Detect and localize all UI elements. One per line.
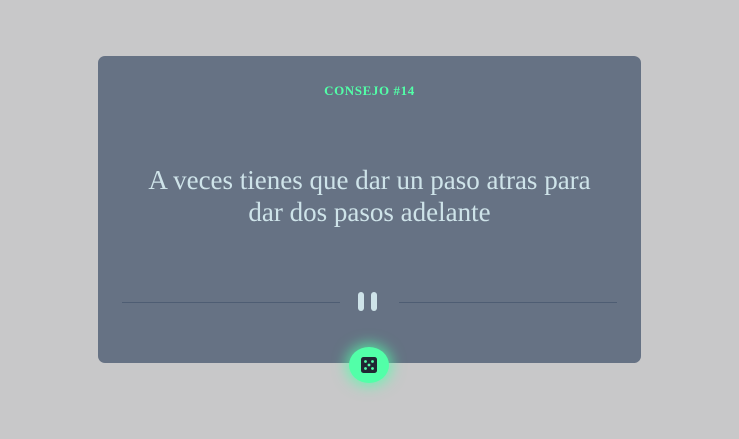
new-advice-button[interactable] xyxy=(349,347,389,383)
advice-quote: A veces tienes que dar un paso atras par… xyxy=(148,165,591,227)
advice-card: CONSEJO #14 A veces tienes que dar un pa… xyxy=(98,56,641,363)
advice-id-label: CONSEJO #14 xyxy=(324,83,415,98)
pattern-divider xyxy=(122,288,617,316)
pause-icon xyxy=(358,292,382,312)
page: CONSEJO #14 A veces tienes que dar un pa… xyxy=(0,0,739,439)
pause-bar-left xyxy=(358,292,364,311)
divider-line-right xyxy=(399,301,617,303)
pause-bar-right xyxy=(371,292,377,311)
divider-line-left xyxy=(122,301,340,303)
dice-icon xyxy=(361,357,377,373)
